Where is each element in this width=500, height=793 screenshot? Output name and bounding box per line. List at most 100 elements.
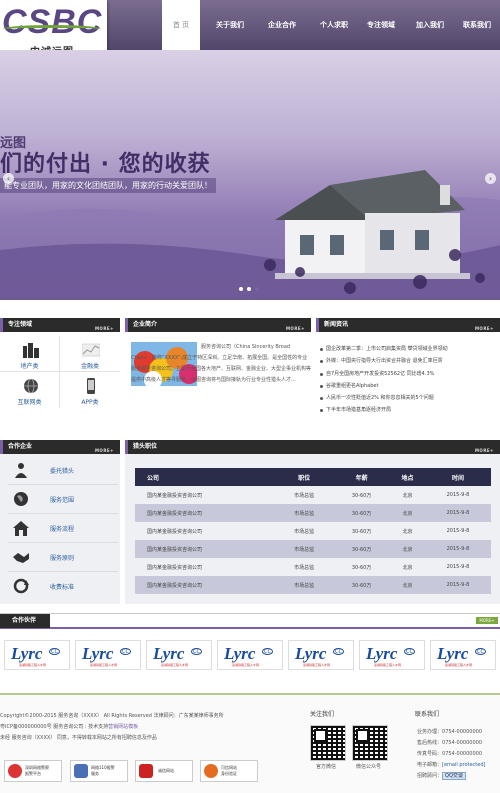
coop-label: 收费标准 bbox=[50, 584, 75, 591]
badge-110[interactable]: 网络110报警 服务 bbox=[70, 760, 128, 782]
police-icon bbox=[8, 764, 22, 778]
coop-item-fees[interactable]: 收费标准 bbox=[8, 572, 118, 601]
partner-logo-sub: 蓝湖铁路工程人才网 bbox=[303, 663, 331, 667]
news-item[interactable]: 国企改革第二季：上市公司启集资局 攀贷领域业界领动 bbox=[318, 343, 498, 355]
coop-item-principle[interactable]: 服务原则 bbox=[8, 543, 118, 572]
jobs-title: 猎头职位 bbox=[133, 443, 158, 450]
partner-logo[interactable]: Lyrc CC 蓝湖铁路工程人才网 bbox=[4, 640, 70, 670]
news-list: 国企改革第二季：上市公司启集资局 攀贷领域业界领动 外媒：中国央行指导大行出资合… bbox=[318, 343, 498, 417]
service-app[interactable]: APP类 bbox=[60, 372, 120, 408]
coop-header: 合作企业 MORE+ bbox=[0, 440, 120, 454]
partner-logo-cc: CC bbox=[120, 648, 131, 655]
globe-icon bbox=[24, 378, 38, 394]
partner-logo[interactable]: Lyrc CC 蓝湖铁路工程人才网 bbox=[359, 640, 425, 670]
globe-icon bbox=[14, 492, 28, 506]
coop-title: 合作企业 bbox=[8, 443, 33, 450]
jobs-table-header: 公司 职位 年薪 地点 时间 bbox=[135, 468, 491, 486]
table-row[interactable]: 国内某金融投资咨询公司 市场总监 30-60万 北京 2015-9-8 bbox=[135, 558, 491, 576]
news-item[interactable]: 自7月全国房地产开发投资52562亿 同比增4.3% bbox=[318, 368, 498, 380]
news-more-link[interactable]: MORE+ bbox=[475, 322, 494, 336]
partners-bar: 合作伙伴 MORE+ bbox=[0, 613, 500, 629]
footer-copyright: Copyright©2000-2015 服务咨询（XXXX） All Right… bbox=[0, 713, 224, 741]
banner-dot-active[interactable] bbox=[255, 287, 259, 291]
qq-chat-button[interactable]: QQ交谈 bbox=[442, 772, 466, 780]
news-item[interactable]: 人民币一次性贬值近2% 和你息息相关的5个问题 bbox=[318, 392, 498, 404]
qr-label: 官方微信 bbox=[316, 764, 337, 770]
services-title: 专注领域 bbox=[8, 321, 33, 328]
partners-more-link[interactable]: MORE+ bbox=[476, 617, 498, 624]
partner-logo-sub: 蓝湖铁路工程人才网 bbox=[374, 663, 402, 667]
footer-template-link[interactable]: 营销网站模板 bbox=[108, 724, 138, 730]
nav-job-seeking[interactable]: 个人求职 bbox=[309, 0, 359, 50]
service-label: 互联网类 bbox=[17, 399, 42, 406]
coop-label: 服务范围 bbox=[50, 497, 75, 504]
banner-next-arrow[interactable]: › bbox=[485, 173, 496, 184]
coop-item-scope[interactable]: 服务范围 bbox=[8, 485, 118, 514]
col-salary: 年薪 bbox=[333, 468, 390, 486]
partner-logo-word: Lyrc bbox=[153, 644, 185, 663]
partner-logo-word: Lyrc bbox=[224, 644, 256, 663]
nav-contact[interactable]: 联系我们 bbox=[452, 0, 500, 50]
col-date: 时间 bbox=[424, 468, 491, 486]
banner-dot[interactable] bbox=[239, 287, 243, 291]
nav-join-us[interactable]: 加入我们 bbox=[405, 0, 455, 50]
email-link[interactable]: [email protected] bbox=[442, 762, 485, 768]
nav-focus-fields[interactable]: 专注领域 bbox=[356, 0, 406, 50]
badge-credit[interactable]: 诚信网站 bbox=[135, 760, 193, 782]
hero-banner[interactable]: 远图 们的付出 · 您的收获 能专业团队，用家的文化团结团队，用家的行动关爱团队… bbox=[0, 50, 500, 300]
table-row[interactable]: 国内某金融投资咨询公司 市场总监 30-60万 北京 2015-9-8 bbox=[135, 486, 491, 504]
nav-about[interactable]: 关于我们 bbox=[205, 0, 255, 50]
table-row[interactable]: 国内某金融投资咨询公司 市场总监 30-60万 北京 2015-9-8 bbox=[135, 576, 491, 594]
services-panel: 地产类 金融类 互联网类 APP类 bbox=[0, 332, 120, 427]
service-finance[interactable]: 金融类 bbox=[60, 336, 120, 372]
news-title: 新闻资讯 bbox=[324, 321, 349, 328]
news-item[interactable]: 外媒：中国央行指导大行出资合并融合 退免汇率巨贾 bbox=[318, 355, 498, 367]
service-real-estate[interactable]: 地产类 bbox=[0, 336, 60, 372]
partner-logo-sub: 蓝湖铁路工程人才网 bbox=[232, 663, 260, 667]
handshake-icon bbox=[13, 553, 29, 563]
coop-label: 服务原则 bbox=[50, 555, 75, 562]
news-item[interactable]: 谷歌重组更名Alphabet bbox=[318, 380, 498, 392]
nav-cooperation[interactable]: 企业合作 bbox=[257, 0, 307, 50]
banner-prev-arrow[interactable]: ‹ bbox=[3, 173, 14, 184]
partner-logo-cc: CC bbox=[262, 648, 273, 655]
partner-logo[interactable]: Lyrc CC 蓝湖铁路工程人才网 bbox=[430, 640, 496, 670]
contact-title: 联系我们 bbox=[415, 711, 440, 718]
service-label: 地产类 bbox=[20, 363, 39, 370]
badge-trusted[interactable]: 可信网站 身份验证 bbox=[200, 760, 258, 782]
coop-panel: 委托猎头 服务范围 服务流程 服务原则 收费标准 bbox=[0, 454, 120, 604]
chart-icon bbox=[82, 343, 100, 357]
partner-logo[interactable]: Lyrc CC 蓝湖铁路工程人才网 bbox=[75, 640, 141, 670]
partner-logo-sub: 蓝湖铁路工程人才网 bbox=[445, 663, 473, 667]
intro-header: 企业简介 MORE+ bbox=[125, 318, 311, 332]
col-company: 公司 bbox=[135, 468, 275, 486]
jobs-table: 公司 职位 年薪 地点 时间 国内某金融投资咨询公司 市场总监 30-60万 北京 20… bbox=[135, 468, 491, 594]
qr-code-official bbox=[310, 725, 346, 761]
banner-dot[interactable] bbox=[247, 287, 251, 291]
nav-home[interactable]: 首 页 bbox=[162, 0, 200, 50]
table-row[interactable]: 国内某金融投资咨询公司 市场总监 30-60万 北京 2015-9-8 bbox=[135, 540, 491, 558]
news-item[interactable]: 下半年市场猎基角逐经济开局 bbox=[318, 404, 498, 416]
contact-list: 业务办理：0754-00000000 售后热线：0754-00000000 传真… bbox=[417, 729, 486, 780]
home-icon bbox=[13, 521, 29, 536]
coop-item-process[interactable]: 服务流程 bbox=[8, 514, 118, 543]
partner-logo[interactable]: Lyrc CC 蓝湖铁路工程人才网 bbox=[217, 640, 283, 670]
intro-title: 企业简介 bbox=[133, 321, 158, 328]
partner-logo-word: Lyrc bbox=[437, 644, 469, 663]
service-internet[interactable]: 互联网类 bbox=[0, 372, 60, 408]
table-row[interactable]: 国内某金融投资咨询公司 市场总监 30-60万 北京 2015-9-8 bbox=[135, 504, 491, 522]
partner-logo[interactable]: Lyrc CC 蓝湖铁路工程人才网 bbox=[288, 640, 354, 670]
partner-logo[interactable]: Lyrc CC 蓝湖铁路工程人才网 bbox=[146, 640, 212, 670]
coop-item-entrust[interactable]: 委托猎头 bbox=[8, 456, 118, 485]
partners-title: 合作伙伴 bbox=[0, 614, 50, 628]
news-header: 新闻资讯 MORE+ bbox=[316, 318, 500, 332]
table-row[interactable]: 国内某金融投资咨询公司 市场总监 30-60万 北京 2015-9-8 bbox=[135, 522, 491, 540]
intro-more-link[interactable]: MORE+ bbox=[286, 322, 305, 336]
logo-text: CSBC bbox=[2, 3, 103, 41]
badge-police[interactable]: 深圳网络警察 报警平台 bbox=[4, 760, 62, 782]
services-header: 专注领域 MORE+ bbox=[0, 318, 120, 332]
partner-logo-cc: CC bbox=[333, 648, 344, 655]
intro-text: 服务咨询公司（China Sincerity Broad Chain）,简称“X… bbox=[131, 344, 312, 383]
partner-logo-word: Lyrc bbox=[82, 644, 114, 663]
partner-logo-cc: CC bbox=[191, 648, 202, 655]
